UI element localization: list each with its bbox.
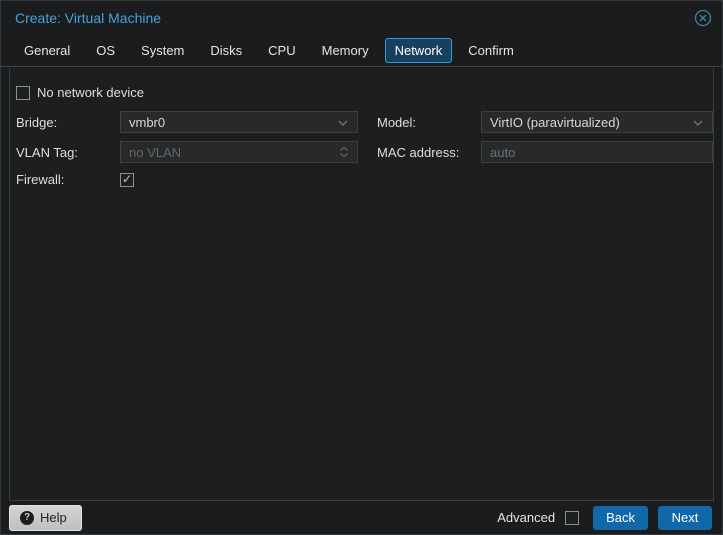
create-vm-dialog: Create: Virtual Machine General OS Syste… (0, 0, 723, 535)
mac-address-label: MAC address: (377, 144, 460, 160)
tab-general[interactable]: General (14, 38, 80, 63)
back-button[interactable]: Back (593, 505, 648, 530)
tab-network[interactable]: Network (384, 37, 453, 63)
wizard-tabbar: General OS System Disks CPU Memory Netwo… (1, 34, 722, 67)
vlan-tag-label: VLAN Tag: (16, 144, 78, 160)
no-network-device-checkbox[interactable] (16, 85, 30, 100)
tab-os[interactable]: OS (86, 38, 125, 63)
vlan-tag-spinner: no VLAN (120, 141, 358, 163)
bridge-value: vmbr0 (129, 114, 166, 130)
model-label: Model: (377, 114, 417, 130)
tab-cpu[interactable]: CPU (258, 38, 305, 63)
question-mark-icon: ? (20, 510, 34, 525)
no-network-device-label: No network device (37, 85, 144, 100)
next-button[interactable]: Next (658, 505, 712, 530)
dialog-title: Create: Virtual Machine (15, 9, 162, 26)
chevron-down-icon (337, 115, 349, 130)
vlan-tag-value: no VLAN (129, 144, 182, 160)
help-button[interactable]: ? Help (9, 504, 82, 531)
model-combobox[interactable]: VirtIO (paravirtualized) (481, 111, 713, 133)
close-icon[interactable] (694, 9, 712, 27)
model-value: VirtIO (paravirtualized) (490, 114, 620, 130)
help-button-label: Help (40, 510, 67, 525)
tab-confirm[interactable]: Confirm (458, 38, 524, 63)
advanced-checkbox[interactable] (565, 510, 580, 525)
dialog-footer: ? Help Advanced Back Next (1, 501, 722, 534)
bridge-label: Bridge: (16, 114, 58, 130)
advanced-label: Advanced (497, 510, 556, 525)
tab-system[interactable]: System (131, 38, 194, 63)
mac-address-field[interactable] (481, 141, 713, 163)
tab-memory[interactable]: Memory (312, 38, 379, 63)
tab-disks[interactable]: Disks (200, 38, 252, 63)
chevron-down-icon (692, 115, 704, 130)
firewall-checkbox[interactable] (120, 172, 134, 187)
network-form-panel: No network device Bridge: vmbr0 Model: V… (9, 68, 714, 501)
firewall-label: Firewall: (16, 172, 65, 187)
spinner-up-down-icon (339, 146, 349, 158)
bridge-combobox[interactable]: vmbr0 (120, 111, 358, 133)
dialog-titlebar: Create: Virtual Machine (1, 1, 722, 34)
mac-address-input[interactable] (490, 144, 704, 160)
